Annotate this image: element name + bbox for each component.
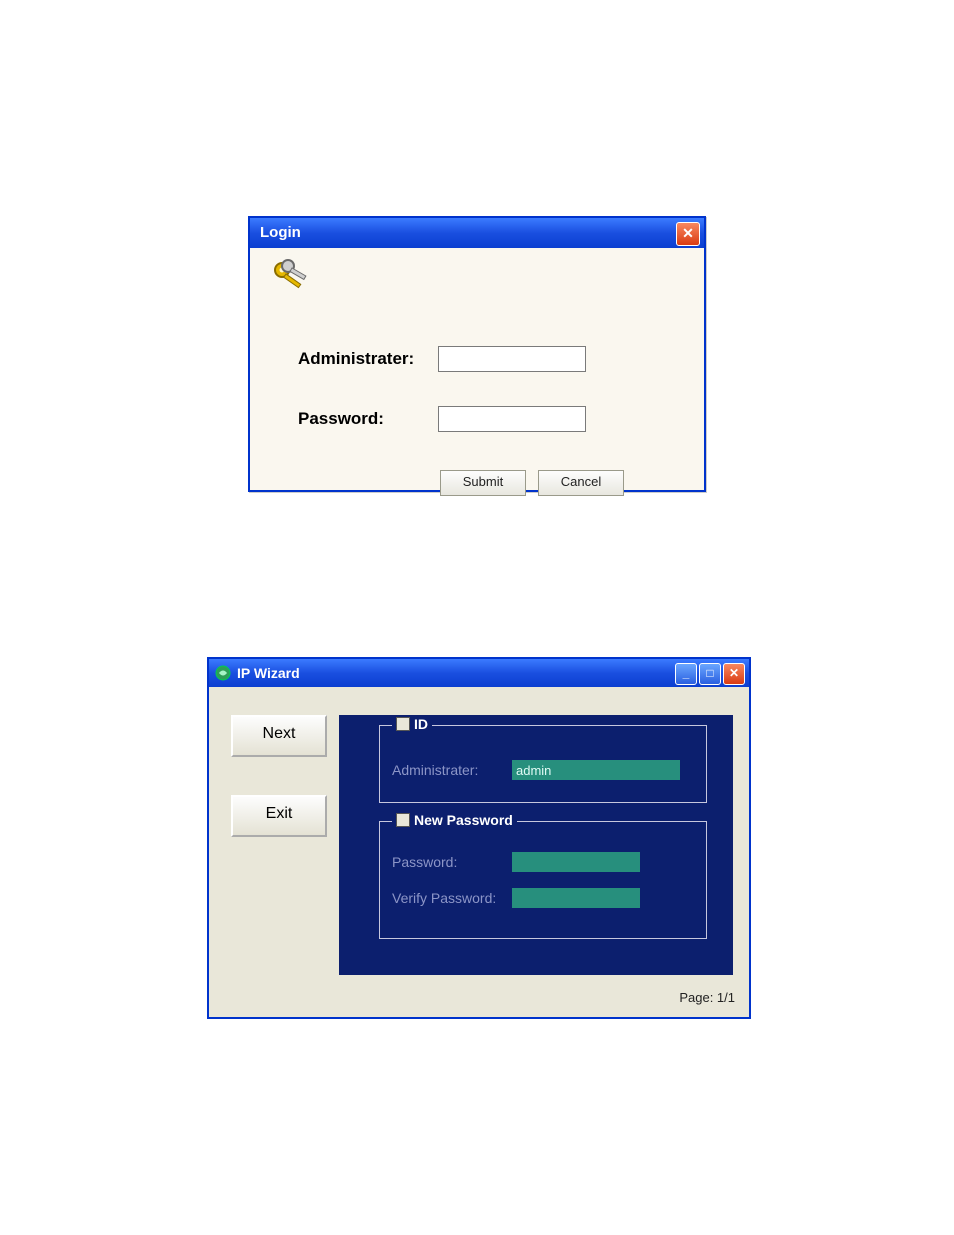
newpw-legend: New Password: [392, 812, 517, 828]
password-row: Password:: [298, 406, 586, 432]
wizard-body: Next Exit ID Administrater: New Password: [209, 687, 749, 1013]
wiz-pw-row: Password:: [392, 852, 640, 872]
cancel-button[interactable]: Cancel: [538, 470, 624, 496]
wiz-admin-input[interactable]: [512, 760, 680, 780]
exit-button[interactable]: Exit: [231, 795, 327, 837]
id-legend-text: ID: [414, 716, 428, 732]
admin-input[interactable]: [438, 346, 586, 372]
admin-label: Administrater:: [298, 349, 438, 369]
keys-icon: [270, 258, 310, 298]
login-body: Administrater: Password: Submit Cancel: [250, 248, 704, 488]
newpw-legend-text: New Password: [414, 812, 513, 828]
ip-wizard-window: IP Wizard _ □ ✕ Next Exit ID Administrat…: [207, 657, 751, 1019]
wiz-vpw-label: Verify Password:: [392, 890, 512, 906]
password-label: Password:: [298, 409, 438, 429]
newpw-checkbox[interactable]: [396, 813, 410, 827]
login-titlebar[interactable]: Login ✕: [250, 218, 704, 248]
page-indicator: Page: 1/1: [679, 990, 735, 1005]
admin-row: Administrater:: [298, 346, 586, 372]
wizard-title-text: IP Wizard: [237, 659, 300, 687]
close-icon[interactable]: ✕: [723, 663, 745, 685]
close-icon[interactable]: ✕: [676, 222, 700, 246]
wizard-panel: ID Administrater: New Password Password:: [339, 715, 733, 975]
id-fieldset: ID Administrater:: [379, 725, 707, 803]
login-title-text: Login: [260, 224, 301, 241]
minimize-icon[interactable]: _: [675, 663, 697, 685]
wiz-admin-row: Administrater:: [392, 760, 680, 780]
submit-button[interactable]: Submit: [440, 470, 526, 496]
wiz-vpw-row: Verify Password:: [392, 888, 640, 908]
id-checkbox[interactable]: [396, 717, 410, 731]
app-icon: [215, 665, 231, 681]
next-button[interactable]: Next: [231, 715, 327, 757]
wiz-pw-input[interactable]: [512, 852, 640, 872]
id-legend: ID: [392, 716, 432, 732]
password-input[interactable]: [438, 406, 586, 432]
newpw-fieldset: New Password Password: Verify Password:: [379, 821, 707, 939]
login-buttons: Submit Cancel: [440, 470, 624, 496]
maximize-icon[interactable]: □: [699, 663, 721, 685]
wizard-titlebar[interactable]: IP Wizard _ □ ✕: [209, 659, 749, 687]
wiz-pw-label: Password:: [392, 854, 512, 870]
login-window: Login ✕ Administrater: Password: Submit …: [248, 216, 706, 492]
close-glyph: ✕: [682, 225, 694, 241]
wiz-vpw-input[interactable]: [512, 888, 640, 908]
wiz-admin-label: Administrater:: [392, 762, 512, 778]
window-controls: _ □ ✕: [675, 663, 745, 685]
